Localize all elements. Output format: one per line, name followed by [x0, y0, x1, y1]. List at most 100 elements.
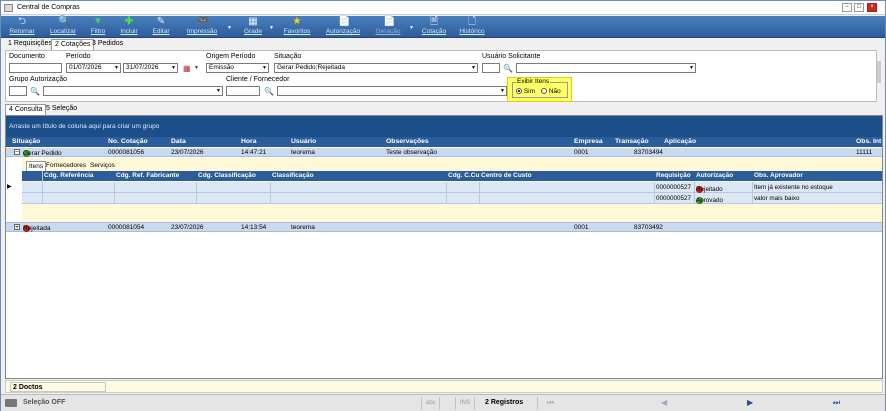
col-aplicacao[interactable]: Aplicação	[664, 138, 696, 145]
detail-panel: Itens Fornecedores Serviços Cdg. Referên…	[22, 158, 882, 222]
documento-input[interactable]	[9, 63, 62, 73]
col-observacoes[interactable]: Observações	[386, 138, 429, 145]
next-record-icon[interactable]: ▶	[747, 398, 753, 407]
quote-icon: 🗎	[429, 16, 439, 27]
col-empresa[interactable]: Empresa	[574, 138, 603, 145]
minimize-button[interactable]: −	[842, 3, 852, 12]
expand-icon[interactable]: +	[14, 224, 20, 231]
cliente-fornecedor-select[interactable]: ▼	[277, 86, 507, 96]
filters-scrollbar[interactable]	[877, 61, 881, 83]
detail-row[interactable]: 0000000527 Rejeitado Item já existente n…	[22, 182, 882, 193]
tab-cotacoes[interactable]: 2 Cotações	[51, 39, 95, 50]
last-record-icon[interactable]: ⏭	[833, 398, 840, 408]
impressao-button[interactable]: 🎮 Impressão	[181, 17, 223, 37]
historico-button[interactable]: 🗋 Histórico	[455, 17, 489, 37]
col-autorizacao[interactable]: Autorização	[696, 172, 733, 179]
localizar-button[interactable]: 🔍 Localizar	[45, 17, 81, 37]
close-button[interactable]: ×	[867, 3, 877, 12]
grupo-codigo-input[interactable]	[9, 86, 27, 96]
col-situacao[interactable]: Situação	[12, 138, 40, 145]
usuario-codigo-input[interactable]	[482, 63, 500, 73]
col-cdg-referencia[interactable]: Cdg. Referência	[44, 172, 94, 179]
collapse-icon[interactable]: −	[14, 149, 20, 156]
results-grid: Arraste um título de coluna aqui para cr…	[5, 115, 883, 379]
current-row-indicator-icon: ▶	[7, 184, 12, 190]
tab-fornecedores[interactable]: Fornecedores	[44, 161, 88, 171]
col-cdg-ref-fabricante[interactable]: Cdg. Ref. Fabricante	[116, 172, 179, 179]
impressao-dropdown-icon[interactable]: ▼	[227, 25, 232, 31]
col-cotacao[interactable]: No. Cotação	[108, 138, 148, 145]
search-icon[interactable]: 🔍	[30, 87, 40, 96]
abc-indicator: abc	[426, 400, 436, 406]
search-icon[interactable]: 🔍	[503, 64, 513, 73]
search-icon[interactable]: 🔍	[264, 87, 274, 96]
editar-button[interactable]: ✎ Editar	[147, 17, 175, 37]
geracao-button[interactable]: 📄 Geração	[371, 17, 405, 37]
ins-indicator: INS	[460, 400, 471, 406]
table-row[interactable]: + Rejeitada 0000081054 23/07/2026 14:13:…	[6, 222, 882, 232]
grupo-autorizacao-select[interactable]: ▼	[43, 86, 223, 96]
calendar-icon[interactable]: ▦	[183, 64, 192, 73]
grade-dropdown-icon[interactable]: ▼	[269, 25, 274, 31]
autorizacao-button[interactable]: 📄 Autorização	[321, 17, 365, 37]
col-classificacao[interactable]: Classificação	[272, 172, 314, 179]
title-bar: Central de Compras − □ ×	[1, 1, 885, 15]
tab-servicos[interactable]: Serviços	[88, 161, 117, 171]
detail-row[interactable]: 0000000527 Aprovado valor mais baixo	[22, 193, 882, 204]
tab-selecao[interactable]: 5 Seleção	[43, 104, 80, 115]
tab-pedidos[interactable]: 3 Pedidos	[89, 39, 126, 50]
gamepad-icon: 🎮	[197, 16, 210, 27]
tab-requisicoes[interactable]: 1 Requisições	[5, 39, 55, 50]
status-bar: Seleção OFF abc INS 2 Registros ⏮ ◀ ▶ ⏭	[1, 394, 885, 411]
prev-record-icon[interactable]: ◀	[661, 398, 667, 407]
registros-count: 2 Registros	[485, 399, 524, 406]
incluir-button[interactable]: ✚ Incluir	[115, 17, 143, 37]
document-gen-icon: 📄	[383, 16, 396, 27]
grupo-autorizacao-label: Grupo Autorização	[9, 76, 67, 83]
col-data[interactable]: Data	[171, 138, 186, 145]
tab-consulta[interactable]: 4 Consulta	[5, 104, 47, 115]
plus-icon: ✚	[124, 16, 134, 27]
col-cdg-classificacao[interactable]: Cdg. Classificação	[198, 172, 256, 179]
col-transacao[interactable]: Transação	[615, 138, 649, 145]
usuario-solicitante-select[interactable]: ▼	[516, 63, 696, 73]
document-check-icon: 📄	[338, 16, 351, 27]
star-icon: ★	[292, 16, 302, 27]
exibir-itens-group: Exibir Itens Sim Não	[507, 77, 572, 102]
grade-button[interactable]: ▦ Grade	[239, 17, 267, 37]
group-by-area[interactable]: Arraste um título de coluna aqui para cr…	[6, 116, 882, 137]
chevron-down-icon[interactable]: ▼	[114, 64, 119, 72]
chevron-down-icon[interactable]: ▼	[171, 64, 176, 72]
col-requisicao[interactable]: Requisição	[656, 172, 691, 179]
data-inicio-input[interactable]: 01/07/2026 ▼	[66, 63, 121, 73]
data-fim-input[interactable]: 31/07/2026 ▼	[123, 63, 178, 73]
cliente-codigo-input[interactable]	[226, 86, 260, 96]
grid-header: Situação No. Cotação Data Hora Usuário O…	[6, 137, 882, 147]
favoritos-button[interactable]: ★ Favoritos	[279, 17, 315, 37]
situacao-select[interactable]: Gerar Pedido;Rejeitada ▼	[274, 63, 478, 73]
col-centro-custo[interactable]: Centro de Custo	[481, 172, 532, 179]
filters-panel: Documento Período 01/07/2026 ▼ 31/07/2026…	[5, 50, 877, 102]
calendar-dropdown-icon[interactable]: ▼	[194, 65, 199, 71]
documento-label: Documento	[9, 53, 45, 60]
return-arrow-icon: ⮌	[17, 16, 26, 27]
col-hora[interactable]: Hora	[241, 138, 257, 145]
table-row[interactable]: − Gerar Pedido 0000081056 23/07/2026 14:…	[6, 148, 882, 157]
chevron-down-icon: ▼	[471, 65, 476, 71]
exibir-sim-radio[interactable]: Sim	[516, 88, 535, 95]
maximize-button[interactable]: □	[854, 3, 864, 12]
col-obs-aprovador[interactable]: Obs. Aprovador	[754, 172, 803, 179]
first-record-icon[interactable]: ⏮	[547, 398, 554, 408]
selecao-status[interactable]: Seleção OFF	[23, 399, 65, 406]
filter-funnel-icon: ▼	[93, 16, 103, 27]
retornar-button[interactable]: ⮌ Retornar	[5, 17, 39, 37]
exibir-nao-radio[interactable]: Não	[541, 88, 561, 95]
geracao-dropdown-icon[interactable]: ▼	[409, 25, 414, 31]
filtro-button[interactable]: ▼ Filtro	[85, 17, 111, 37]
origem-periodo-select[interactable]: Emissão ▼	[206, 63, 269, 73]
col-usuario[interactable]: Usuário	[291, 138, 316, 145]
col-cdg-ccu[interactable]: Cdg. C.Cu	[448, 172, 479, 179]
col-obs-int[interactable]: Obs. Int	[856, 138, 881, 145]
cotacao-button[interactable]: 🗎 Cotação	[419, 17, 449, 37]
periodo-label: Período	[66, 53, 91, 60]
